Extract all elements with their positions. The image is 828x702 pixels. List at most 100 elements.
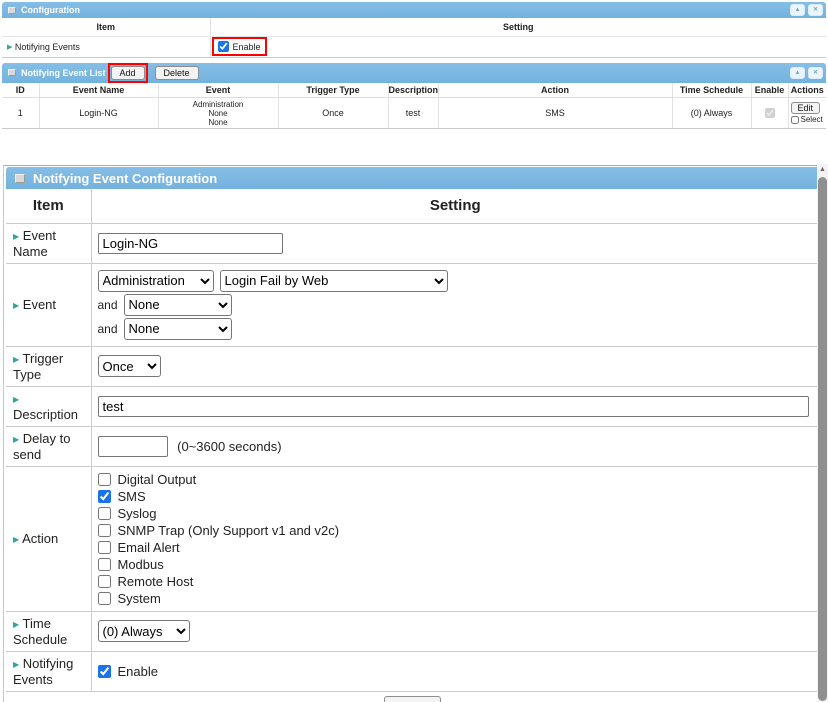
bullet-icon: ▶ bbox=[13, 435, 19, 444]
bullet-icon: ▶ bbox=[13, 355, 19, 364]
list-item: System bbox=[98, 590, 814, 607]
column-header-setting: Setting bbox=[210, 18, 826, 36]
delete-button[interactable]: Delete bbox=[155, 66, 199, 80]
panel-square-icon bbox=[8, 69, 16, 76]
event-and1-select[interactable]: None bbox=[124, 294, 232, 316]
delay-input[interactable] bbox=[98, 436, 168, 457]
notifying-events-enable-checkbox[interactable] bbox=[218, 41, 229, 52]
column-header-item: Item bbox=[6, 189, 91, 223]
column-header-trigger-type: Trigger Type bbox=[278, 83, 388, 98]
row-enable-checkbox bbox=[765, 108, 775, 118]
event-category-select[interactable]: Administration bbox=[98, 270, 214, 292]
column-header-enable: Enable bbox=[751, 83, 788, 98]
cell-actions: Edit Select bbox=[788, 98, 826, 129]
bullet-icon: ▶ bbox=[13, 535, 19, 544]
cell-id: 1 bbox=[2, 98, 39, 129]
scrollbar-up-icon[interactable]: ▲ bbox=[817, 164, 828, 176]
column-header-time-schedule: Time Schedule bbox=[672, 83, 751, 98]
scrollbar[interactable]: ▲ bbox=[817, 164, 828, 702]
cell-enable bbox=[751, 98, 788, 129]
notifying-events-enable-checkbox[interactable] bbox=[98, 665, 111, 678]
panel-title: Notifying Event Configuration bbox=[33, 171, 217, 186]
list-item: Modbus bbox=[98, 556, 814, 573]
bullet-icon: ▶ bbox=[13, 301, 19, 310]
collapse-icon[interactable]: ▲ bbox=[790, 67, 805, 79]
table-row: ▶ Notifying Events Enable bbox=[6, 651, 819, 691]
column-header-event-name: Event Name bbox=[39, 83, 158, 98]
delay-to-send-label: ▶ Delay to send bbox=[6, 426, 91, 466]
list-item: SMS bbox=[98, 488, 814, 505]
configuration-panel: Configuration ▲ ✕ Item Setting ▶ Notifyi… bbox=[2, 2, 826, 58]
enable-label: Enable bbox=[233, 42, 261, 52]
list-item: Digital Output bbox=[98, 471, 814, 488]
bullet-icon: ▶ bbox=[7, 44, 12, 51]
cell-trigger-type: Once bbox=[278, 98, 388, 129]
bullet-icon: ▶ bbox=[13, 620, 19, 629]
panel-title: Configuration bbox=[21, 5, 80, 15]
table-row: ▶ Notifying Events Enable bbox=[2, 36, 826, 57]
event-label: ▶ Event bbox=[6, 263, 91, 346]
table-row: ▶ Action Digital Output SMS Syslog bbox=[6, 466, 819, 611]
description-label: ▶ Description bbox=[6, 386, 91, 426]
list-item: SNMP Trap (Only Support v1 and v2c) bbox=[98, 522, 814, 539]
column-header-event: Event bbox=[158, 83, 278, 98]
event-list-panel-header: Notifying Event List Add Delete ▲ ✕ bbox=[2, 63, 826, 83]
close-icon[interactable]: ✕ bbox=[808, 4, 823, 16]
enable-highlight-box: Enable bbox=[212, 37, 267, 56]
event-config-scroll-container: Notifying Event Configuration Item Setti… bbox=[3, 165, 819, 702]
action-system-checkbox[interactable] bbox=[98, 592, 111, 605]
action-label: ▶ Action bbox=[6, 466, 91, 611]
time-schedule-select[interactable]: (0) Always bbox=[98, 620, 190, 642]
table-row: ▶ Description bbox=[6, 386, 819, 426]
table-row: Save bbox=[6, 691, 819, 702]
event-name-input[interactable] bbox=[98, 233, 283, 254]
column-header-setting: Setting bbox=[91, 189, 819, 223]
notifying-events-label: Notifying Events bbox=[15, 42, 80, 52]
row-select-checkbox[interactable] bbox=[791, 116, 799, 124]
cell-action: SMS bbox=[438, 98, 672, 129]
table-row: 1 Login-NG Administration None None Once… bbox=[2, 98, 826, 129]
save-button[interactable]: Save bbox=[384, 696, 442, 702]
table-row: ▶ Event Administration Login Fail by Web… bbox=[6, 263, 819, 346]
trigger-type-select[interactable]: Once bbox=[98, 355, 161, 377]
action-digital-output-checkbox[interactable] bbox=[98, 473, 111, 486]
action-sms-checkbox[interactable] bbox=[98, 490, 111, 503]
column-header-action: Action bbox=[438, 83, 672, 98]
and-label: and bbox=[98, 322, 118, 336]
panel-title: Notifying Event List bbox=[21, 68, 106, 78]
action-snmp-trap-checkbox[interactable] bbox=[98, 524, 111, 537]
list-item: Email Alert bbox=[98, 539, 814, 556]
action-email-alert-checkbox[interactable] bbox=[98, 541, 111, 554]
bullet-icon: ▶ bbox=[13, 395, 19, 404]
column-header-actions: Actions bbox=[788, 83, 826, 98]
panel-square-icon bbox=[8, 7, 16, 14]
notifying-events-label: ▶ Notifying Events bbox=[6, 651, 91, 691]
trigger-type-label: ▶ Trigger Type bbox=[6, 346, 91, 386]
event-config-panel-header: Notifying Event Configuration bbox=[6, 167, 819, 189]
cell-event-name: Login-NG bbox=[39, 98, 158, 129]
and-label: and bbox=[98, 298, 118, 312]
time-schedule-label: ▶ Time Schedule bbox=[6, 611, 91, 651]
bullet-icon: ▶ bbox=[13, 232, 19, 241]
cell-event: Administration None None bbox=[158, 98, 278, 129]
event-subtype-select[interactable]: Login Fail by Web bbox=[220, 270, 448, 292]
edit-button[interactable]: Edit bbox=[791, 102, 821, 114]
close-icon[interactable]: ✕ bbox=[808, 67, 823, 79]
column-header-item: Item bbox=[2, 18, 210, 36]
collapse-icon[interactable]: ▲ bbox=[790, 4, 805, 16]
event-and2-select[interactable]: None bbox=[124, 318, 232, 340]
cell-description: test bbox=[388, 98, 438, 129]
description-input[interactable] bbox=[98, 396, 810, 417]
scrollbar-thumb[interactable] bbox=[818, 177, 827, 701]
add-button[interactable]: Add bbox=[111, 66, 145, 80]
action-remote-host-checkbox[interactable] bbox=[98, 575, 111, 588]
action-syslog-checkbox[interactable] bbox=[98, 507, 111, 520]
add-highlight-box: Add bbox=[108, 63, 148, 83]
notifying-event-list-panel: Notifying Event List Add Delete ▲ ✕ ID E… bbox=[2, 63, 826, 130]
list-item: Remote Host bbox=[98, 573, 814, 590]
event-name-label: ▶ Event Name bbox=[6, 223, 91, 263]
action-modbus-checkbox[interactable] bbox=[98, 558, 111, 571]
delay-hint: (0~3600 seconds) bbox=[177, 439, 281, 454]
notifying-event-configuration-panel: Notifying Event Configuration Item Setti… bbox=[6, 167, 819, 702]
table-row: ▶ Event Name bbox=[6, 223, 819, 263]
